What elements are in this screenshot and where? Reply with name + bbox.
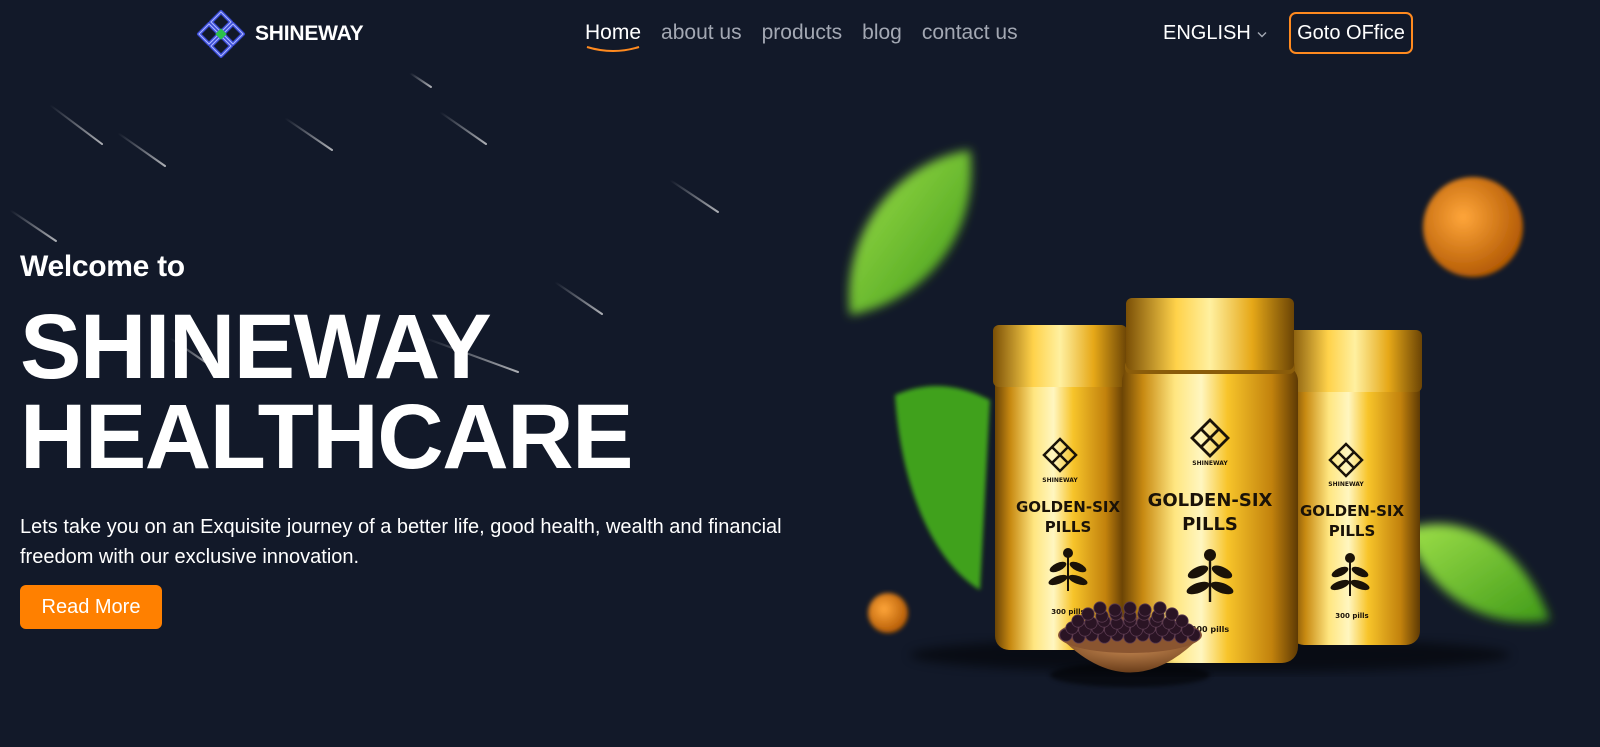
read-more-button[interactable]: Read More [20, 585, 162, 629]
jar-label-line2: PILLS [1182, 514, 1238, 535]
language-label: ENGLISH [1163, 22, 1251, 44]
leaf-decoration [1405, 524, 1550, 622]
pill [1108, 603, 1122, 617]
welcome-heading: Welcome to [20, 250, 185, 283]
pill [1123, 601, 1137, 615]
nav-products[interactable]: products [762, 20, 843, 46]
jar-label-line1: GOLDEN-SIX [1300, 502, 1404, 520]
jar-count: 300 pills [1335, 612, 1368, 620]
product-hero-image: SHINEWAY GOLDEN-SIX PILLS 300 pills SHIN… [848, 150, 1550, 687]
hero-title: SHINEWAY HEALTHCARE [20, 296, 810, 488]
jar-brand-text: SHINEWAY [1328, 481, 1364, 488]
leaf-decoration [848, 150, 972, 315]
jar-label-line2: PILLS [1329, 522, 1376, 540]
hero-title-line2: HEALTHCARE [20, 386, 633, 488]
jar-label-line1: GOLDEN-SIX [1148, 490, 1273, 511]
pill [1093, 601, 1107, 615]
nav-home[interactable]: Home [585, 20, 642, 52]
brand-name: SHINEWAY [255, 22, 364, 45]
pill-jar-left: SHINEWAY GOLDEN-SIX PILLS 300 pills [993, 325, 1127, 650]
jar-brand-text: SHINEWAY [1042, 477, 1078, 484]
nav-home-label: Home [585, 21, 642, 44]
jar-label-line2: PILLS [1045, 518, 1092, 536]
pill [1138, 603, 1152, 617]
pill [1081, 607, 1095, 621]
hero-description: Lets take you on an Exquisite journey of… [20, 516, 782, 568]
nav-about-us[interactable]: about us [661, 20, 742, 46]
hero-title-line1: SHINEWAY [20, 296, 492, 398]
hero-text-block: Welcome to SHINEWAY HEALTHCARE Lets take… [20, 250, 810, 572]
leaf-decoration [895, 385, 990, 590]
orange-ball-decoration [1423, 177, 1523, 277]
pill [1153, 601, 1167, 615]
jar-brand-text: SHINEWAY [1192, 460, 1228, 467]
shineway-logo-icon [197, 10, 245, 58]
language-selector[interactable]: ENGLISH [1163, 20, 1267, 46]
nav-contact-us[interactable]: contact us [922, 20, 1018, 46]
nav-blog[interactable]: blog [862, 20, 902, 46]
pill [1165, 607, 1179, 621]
orange-ball-decoration [868, 593, 908, 633]
site-header: SHINEWAY Home about us products blog con… [0, 0, 1600, 68]
active-underline-icon [586, 46, 640, 52]
goto-office-button[interactable]: Goto OFfice [1289, 12, 1413, 54]
main-nav: Home about us products blog contact us [585, 20, 1018, 52]
brand-home-link[interactable]: SHINEWAY [195, 8, 364, 60]
jar-label-line1: GOLDEN-SIX [1016, 498, 1120, 516]
chevron-down-icon [1257, 31, 1267, 37]
pill-jar-right: SHINEWAY GOLDEN-SIX PILLS 300 pills [1288, 330, 1422, 645]
